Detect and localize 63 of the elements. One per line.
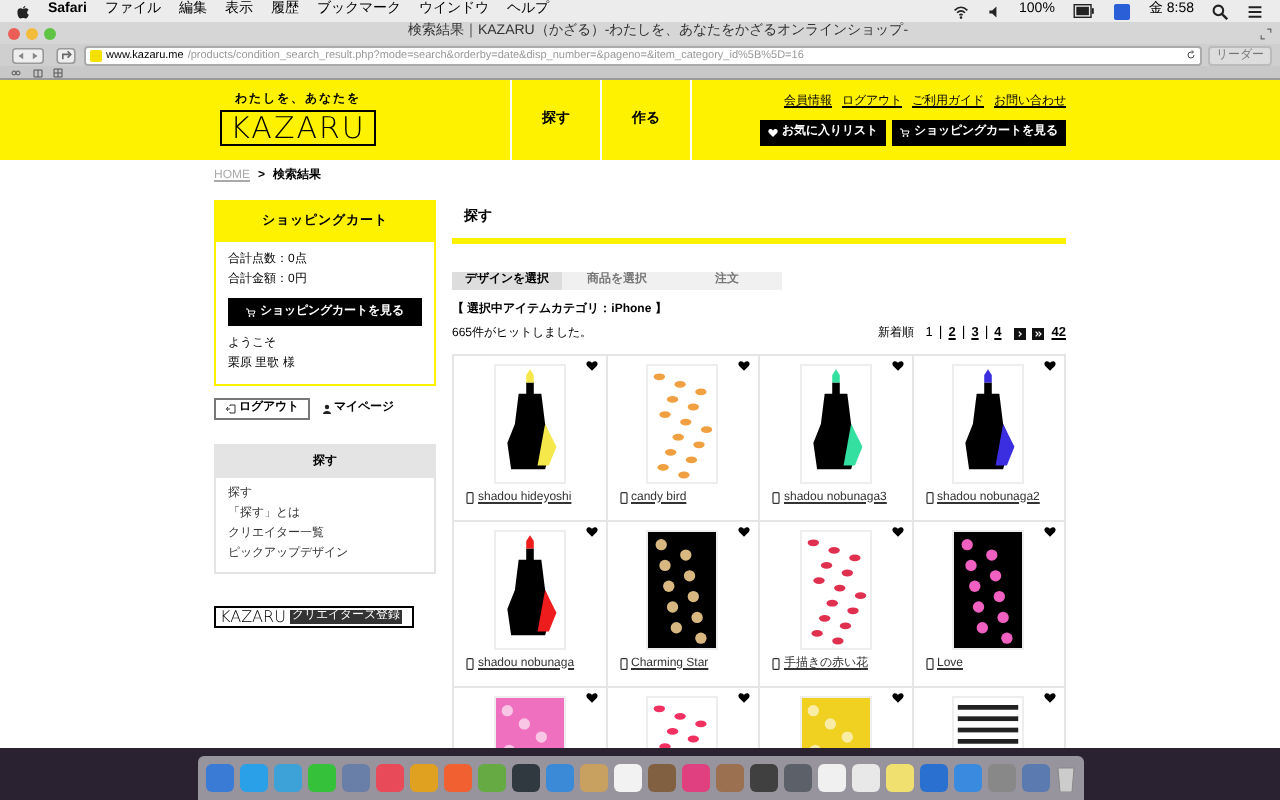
last-page-icon[interactable]: [1031, 328, 1044, 341]
zoom-button[interactable]: [44, 27, 56, 39]
design-thumbnail[interactable]: [493, 529, 566, 649]
heart-icon[interactable]: [738, 359, 750, 371]
heart-icon[interactable]: [1044, 525, 1056, 537]
reload-icon[interactable]: [1186, 50, 1196, 60]
heart-icon[interactable]: [891, 359, 903, 371]
phone-icon: [466, 492, 474, 504]
design-thumbnail[interactable]: [646, 529, 719, 649]
volume-icon[interactable]: [987, 3, 1002, 19]
phone-icon: [619, 492, 627, 504]
phone-icon: [772, 658, 780, 670]
design-thumbnail[interactable]: [799, 529, 872, 649]
cart-icon: [900, 128, 910, 138]
fullscreen-icon[interactable]: [1260, 27, 1272, 39]
search-icon[interactable]: [1212, 3, 1228, 19]
design-thumbnail[interactable]: [952, 529, 1025, 649]
battery-icon[interactable]: [1072, 4, 1097, 18]
exit-icon: [225, 404, 235, 414]
heart-icon[interactable]: [891, 525, 903, 537]
site-icon: [90, 49, 102, 61]
cart-icon: [246, 307, 256, 317]
dock-app-icon[interactable]: [613, 764, 641, 792]
phone-icon: [772, 492, 780, 504]
phone-icon: [619, 658, 627, 670]
dock-app-icon[interactable]: [885, 764, 913, 792]
phone-icon: [466, 658, 474, 670]
input-source-icon[interactable]: [1114, 3, 1131, 19]
dock-app-icon[interactable]: [749, 764, 777, 792]
design-thumbnail[interactable]: [952, 363, 1025, 483]
phone-icon: [925, 492, 933, 504]
reading-list-icon[interactable]: [8, 67, 24, 77]
design-thumbnail[interactable]: [646, 363, 719, 483]
heart-icon[interactable]: [585, 691, 597, 703]
back-forward-icon[interactable]: [8, 47, 48, 63]
dock-app-icon[interactable]: [783, 764, 811, 792]
heart-icon[interactable]: [738, 525, 750, 537]
heart-icon[interactable]: [891, 691, 903, 703]
dock-app-icon[interactable]: [511, 764, 539, 792]
site-logo[interactable]: KAZARU: [220, 110, 376, 146]
heart-icon[interactable]: [585, 525, 597, 537]
phone-icon: [925, 658, 933, 670]
heart-icon: [768, 128, 778, 138]
design-thumbnail[interactable]: [799, 363, 872, 483]
share-icon[interactable]: [54, 47, 78, 63]
heart-icon[interactable]: [585, 359, 597, 371]
list-icon[interactable]: [1246, 3, 1264, 19]
heart-icon[interactable]: [1044, 359, 1056, 371]
banner-logo: KAZARU: [220, 609, 286, 625]
heart-icon[interactable]: [1044, 691, 1056, 703]
dock-app-icon[interactable]: [817, 764, 845, 792]
next-page-icon[interactable]: [1013, 328, 1026, 341]
trash-icon[interactable]: [1055, 764, 1075, 792]
design-thumbnail[interactable]: [493, 363, 566, 483]
dock-app-icon[interactable]: [647, 764, 675, 792]
wifi-icon[interactable]: [951, 3, 970, 19]
apple-icon[interactable]: [16, 3, 30, 19]
grid-icon[interactable]: [52, 67, 64, 77]
person-icon: [322, 404, 332, 414]
book-icon[interactable]: [32, 67, 44, 77]
close-button[interactable]: [8, 27, 20, 39]
heart-icon[interactable]: [738, 691, 750, 703]
dock-app-icon[interactable]: [851, 764, 879, 792]
